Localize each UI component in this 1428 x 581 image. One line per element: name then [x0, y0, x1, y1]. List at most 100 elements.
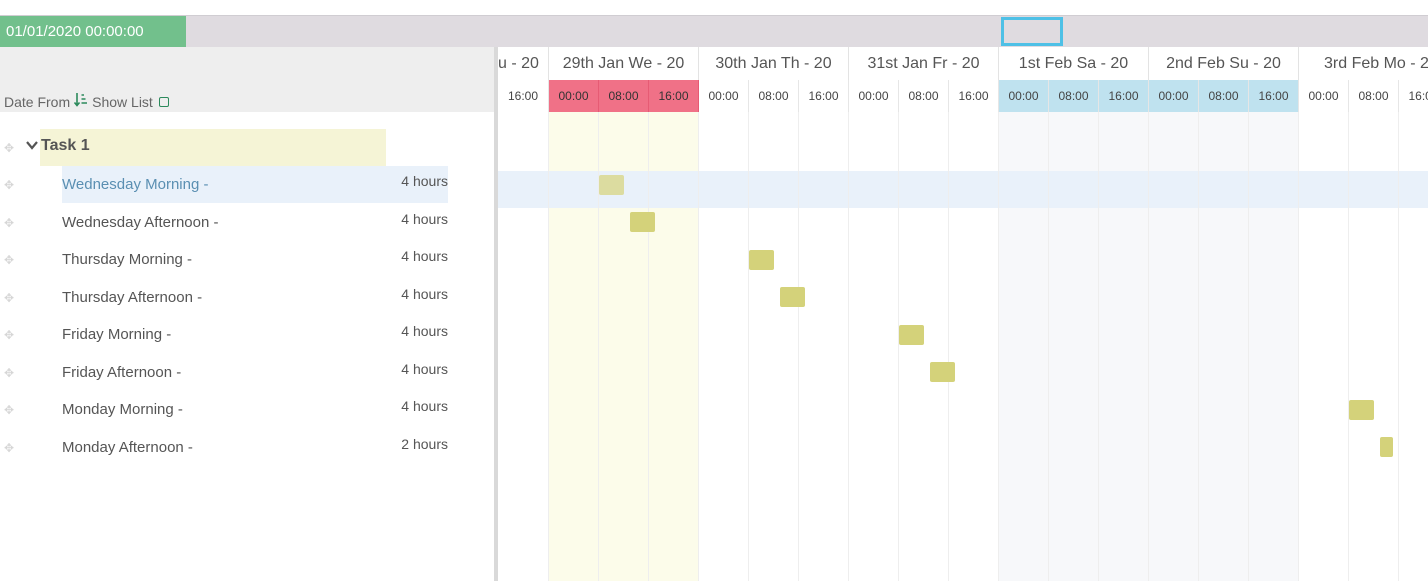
grid-line [1298, 112, 1299, 581]
day-header: 30th Jan Th - 20 [699, 47, 849, 80]
hour-cell: 08:00 [899, 80, 949, 112]
task-bar[interactable] [630, 212, 655, 232]
sort-controls: Date From Show List [4, 92, 169, 111]
hour-cell: 00:00 [849, 80, 899, 112]
hour-cell: 00:00 [549, 80, 599, 112]
task-bar[interactable] [1349, 400, 1374, 420]
task-bar[interactable] [1380, 437, 1393, 457]
subtask-row[interactable]: ✥ Wednesday Afternoon - 4 hours [0, 204, 494, 241]
selected-row-highlight [498, 171, 1428, 208]
grid-line [1348, 112, 1349, 581]
drag-handle-icon[interactable]: ✥ [3, 442, 15, 454]
hour-cell: 08:00 [749, 80, 799, 112]
hour-cell: 16:00 [649, 80, 699, 112]
drag-handle-icon[interactable]: ✥ [3, 329, 15, 341]
subtask-row[interactable]: ✥ Thursday Afternoon - 4 hours [0, 279, 494, 316]
drag-handle-icon[interactable]: ✥ [3, 367, 15, 379]
subtask-duration: 4 hours [401, 323, 448, 339]
hour-cell: 00:00 [1299, 80, 1349, 112]
grid-line [848, 112, 849, 581]
grid-line [998, 112, 999, 581]
show-list-label[interactable]: Show List [92, 94, 153, 110]
subtask-duration: 4 hours [401, 360, 448, 377]
date-from-label[interactable]: Date From [4, 94, 70, 110]
hour-cell: 00:00 [1149, 80, 1199, 112]
subtask-name[interactable]: Monday Afternoon - [62, 439, 193, 456]
subtask-name[interactable]: Wednesday Afternoon - [62, 214, 219, 231]
grid-line [798, 112, 799, 581]
drag-handle-icon[interactable]: ✥ [3, 142, 15, 154]
show-list-checkbox[interactable] [158, 96, 169, 107]
day-header: 31st Jan Fr - 20 [849, 47, 999, 80]
subtask-row[interactable]: ✥ Thursday Morning - 4 hours [0, 241, 494, 278]
task-bar[interactable] [930, 362, 955, 382]
task-bar[interactable] [899, 325, 924, 345]
day-header: 1st Feb Sa - 20 [999, 47, 1149, 80]
drag-handle-icon[interactable]: ✥ [3, 404, 15, 416]
task-bar[interactable] [780, 287, 805, 307]
grid-line [1248, 112, 1249, 581]
hour-cell: 16:00 [949, 80, 999, 112]
grid-line [1198, 112, 1199, 581]
gantt-chart[interactable]: u - 20 29th Jan We - 20 30th Jan Th - 20 31… [498, 47, 1428, 581]
drag-handle-icon[interactable]: ✥ [3, 179, 15, 191]
grid-line [748, 112, 749, 581]
day-header: 3rd Feb Mo - 20 [1299, 47, 1428, 80]
drag-handle-icon[interactable]: ✥ [3, 292, 15, 304]
subtask-row[interactable]: ✥ Friday Morning - 4 hours [0, 316, 494, 353]
grid-line [1098, 112, 1099, 581]
task-bar[interactable] [599, 175, 624, 195]
task-list: ✥ Task 1 ✥ Wednesday Morning - 4 hours ✥ Wed… [0, 112, 494, 581]
grid-line [1398, 112, 1399, 581]
hour-cell: 00:00 [999, 80, 1049, 112]
grid-line [648, 112, 649, 581]
task-bar[interactable] [749, 250, 774, 270]
grid-line [698, 112, 699, 581]
task-row[interactable]: ✥ Task 1 [0, 129, 494, 166]
subtask-row[interactable]: ✥ Friday Afternoon - 4 hours [0, 354, 494, 391]
hour-cell: 08:00 [1049, 80, 1099, 112]
hour-cell: 00:00 [699, 80, 749, 112]
hour-cell: 16:00 [1249, 80, 1299, 112]
grid-line [548, 112, 549, 581]
subtask-row[interactable]: ✥ Monday Afternoon - 2 hours [0, 429, 494, 466]
subtask-duration: 2 hours [401, 435, 448, 452]
start-date-chip[interactable]: 01/01/2020 00:00:00 [0, 16, 186, 47]
subtask-name[interactable]: Friday Afternoon - [62, 364, 181, 381]
hour-cell: 16:00 [1399, 80, 1428, 112]
chevron-down-icon[interactable] [25, 138, 39, 152]
subtask-name[interactable]: Wednesday Morning - [62, 176, 208, 193]
hour-cell: 16:00 [1099, 80, 1149, 112]
subtask-row[interactable]: ✥ Wednesday Morning - 4 hours [0, 166, 494, 203]
subtask-row[interactable]: ✥ Monday Morning - 4 hours [0, 391, 494, 428]
subtask-duration: 4 hours [401, 248, 448, 264]
day-header: 2nd Feb Su - 20 [1149, 47, 1299, 80]
drag-handle-icon[interactable]: ✥ [3, 254, 15, 266]
subtask-duration: 4 hours [401, 398, 448, 414]
task-name[interactable]: Task 1 [41, 137, 90, 155]
grid-line [1148, 112, 1149, 581]
day-header: 29th Jan We - 20 [549, 47, 699, 80]
drag-handle-icon[interactable]: ✥ [3, 217, 15, 229]
hour-cell: 16:00 [799, 80, 849, 112]
hour-cell: 08:00 [1199, 80, 1249, 112]
gantt-app: 01/01/2020 00:00:00 Date From Show List … [0, 0, 1428, 581]
hour-cell: 08:00 [599, 80, 649, 112]
timeline-overview[interactable]: 01/01/2020 00:00:00 [0, 15, 1428, 47]
grid-line [898, 112, 899, 581]
sort-ascending-icon[interactable] [74, 92, 88, 111]
viewport-selector[interactable] [1001, 17, 1063, 46]
subtask-name[interactable]: Monday Morning - [62, 401, 183, 418]
grid-line [1048, 112, 1049, 581]
task-list-header: Date From Show List [0, 47, 495, 112]
subtask-name[interactable]: Thursday Afternoon - [62, 289, 202, 306]
task-row-highlight [40, 129, 386, 166]
subtask-name[interactable]: Thursday Morning - [62, 251, 192, 268]
grid-line [948, 112, 949, 581]
hour-cell: 08:00 [1349, 80, 1399, 112]
subtask-duration: 4 hours [401, 173, 448, 189]
subtask-duration: 4 hours [401, 285, 448, 302]
subtask-duration: 4 hours [401, 210, 448, 227]
day-header: u - 20 [498, 47, 549, 80]
subtask-name[interactable]: Friday Morning - [62, 326, 171, 343]
